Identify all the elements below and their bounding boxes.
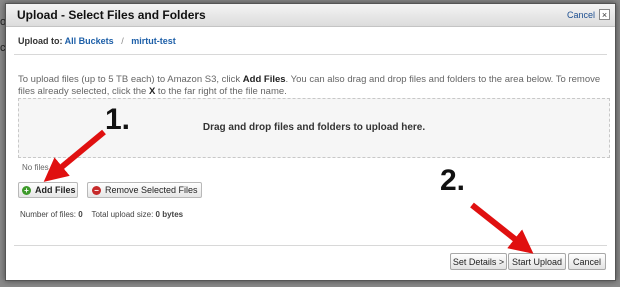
step-2-annotation: 2. — [440, 164, 466, 197]
cancel-button[interactable]: Cancel — [568, 253, 606, 270]
upload-stats: Number of files: 0 Total upload size: 0 … — [20, 210, 183, 219]
instructions-add-files: Add Files — [242, 74, 286, 85]
breadcrumb-separator: / — [121, 36, 124, 46]
cancel-link[interactable]: Cancel — [567, 10, 595, 20]
divider — [14, 245, 607, 246]
breadcrumb-all-buckets[interactable]: All Buckets — [65, 36, 114, 46]
plus-icon: + — [22, 185, 31, 195]
remove-selected-files-button[interactable]: − Remove Selected Files — [87, 182, 202, 198]
breadcrumb: Upload to: All Buckets / mirtut-test — [18, 36, 176, 46]
instructions-part: To upload files (up to 5 TB each) to Ama… — [18, 74, 243, 85]
dialog-title: Upload - Select Files and Folders — [17, 8, 206, 22]
breadcrumb-bucket[interactable]: mirtut-test — [131, 36, 176, 46]
remove-selected-files-label: Remove Selected Files — [105, 185, 198, 195]
start-upload-button[interactable]: Start Upload — [508, 253, 566, 270]
upload-size-value: 0 bytes — [155, 210, 184, 219]
step-1-annotation: 1. — [105, 103, 131, 136]
files-count-value: 0 — [78, 210, 83, 219]
set-details-button[interactable]: Set Details > — [450, 253, 507, 270]
upload-size-label: Total upload size: — [91, 210, 154, 219]
dialog-titlebar: Upload - Select Files and Folders Cancel… — [6, 4, 615, 27]
instructions-part: to the far right of the file name. — [155, 86, 287, 97]
add-files-label: Add Files — [35, 185, 76, 195]
add-files-button[interactable]: + Add Files — [18, 182, 78, 198]
minus-icon: − — [92, 185, 101, 195]
breadcrumb-label: Upload to: — [18, 36, 63, 46]
no-files-text: No files — [22, 163, 49, 172]
divider — [14, 54, 607, 55]
close-icon[interactable]: × — [599, 9, 610, 20]
upload-dialog: Upload - Select Files and Folders Cancel… — [5, 3, 616, 281]
instructions-text: To upload files (up to 5 TB each) to Ama… — [18, 74, 608, 98]
files-count-label: Number of files: — [20, 210, 77, 219]
